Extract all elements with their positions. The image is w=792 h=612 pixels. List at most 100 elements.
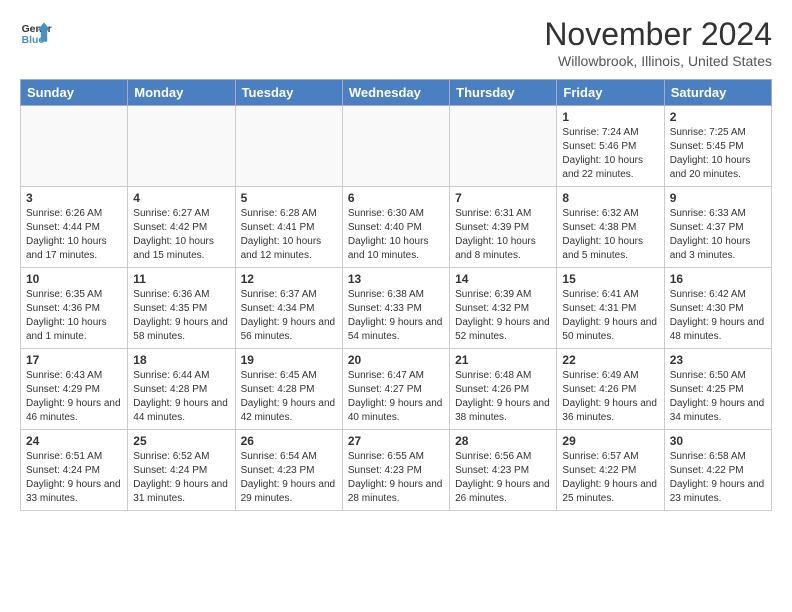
day-cell: 28Sunrise: 6:56 AM Sunset: 4:23 PM Dayli… [450, 430, 557, 511]
day-info: Sunrise: 6:58 AM Sunset: 4:22 PM Dayligh… [670, 450, 766, 506]
day-info: Sunrise: 6:55 AM Sunset: 4:23 PM Dayligh… [348, 450, 444, 506]
col-tuesday: Tuesday [235, 80, 342, 106]
day-cell: 8 Sunrise: 6:32 AM Sunset: 4:38 PM Daylig… [557, 187, 664, 268]
calendar-header-row: Sunday Monday Tuesday Wednesday Thursday… [21, 80, 772, 106]
day-number: 22 [562, 353, 658, 367]
month-title: November 2024 [544, 16, 772, 53]
day-cell: 12 Sunrise: 6:37 AM Sunset: 4:34 PM Dayli… [235, 268, 342, 349]
day-info: Sunrise: 6:49 AM Sunset: 4:26 PM Dayligh… [562, 369, 658, 425]
page-header: General Blue November 2024 Willowbrook, … [20, 16, 772, 69]
day-number: 20 [348, 353, 444, 367]
day-info: Sunrise: 6:41 AM Sunset: 4:31 PM Dayligh… [562, 288, 658, 344]
day-number: 11 [133, 272, 229, 286]
day-info: Sunrise: 6:54 AM Sunset: 4:23 PM Dayligh… [241, 450, 337, 506]
day-cell: 6 Sunrise: 6:30 AM Sunset: 4:40 PM Daylig… [342, 187, 449, 268]
day-info: Sunrise: 6:42 AM Sunset: 4:30 PM Dayligh… [670, 288, 766, 344]
col-sunday: Sunday [21, 80, 128, 106]
day-cell: 18 Sunrise: 6:44 AM Sunset: 4:28 PM Dayli… [128, 349, 235, 430]
day-info: Sunrise: 6:28 AM Sunset: 4:41 PM Dayligh… [241, 207, 337, 263]
day-cell [342, 106, 449, 187]
day-cell: 14Sunrise: 6:39 AM Sunset: 4:32 PM Dayli… [450, 268, 557, 349]
week-row-0: 1Sunrise: 7:24 AM Sunset: 5:46 PM Daylig… [21, 106, 772, 187]
day-cell: 19 Sunrise: 6:45 AM Sunset: 4:28 PM Dayli… [235, 349, 342, 430]
day-cell: 25 Sunrise: 6:52 AM Sunset: 4:24 PM Dayli… [128, 430, 235, 511]
location-text: Willowbrook, Illinois, United States [544, 53, 772, 69]
day-number: 17 [26, 353, 122, 367]
day-number: 30 [670, 434, 766, 448]
day-number: 27 [348, 434, 444, 448]
day-cell: 1Sunrise: 7:24 AM Sunset: 5:46 PM Daylig… [557, 106, 664, 187]
week-row-3: 17 Sunrise: 6:43 AM Sunset: 4:29 PM Dayli… [21, 349, 772, 430]
col-saturday: Saturday [664, 80, 771, 106]
day-cell: 22 Sunrise: 6:49 AM Sunset: 4:26 PM Dayli… [557, 349, 664, 430]
day-cell: 11 Sunrise: 6:36 AM Sunset: 4:35 PM Dayli… [128, 268, 235, 349]
day-number: 18 [133, 353, 229, 367]
day-cell: 20 Sunrise: 6:47 AM Sunset: 4:27 PM Dayli… [342, 349, 449, 430]
day-info: Sunrise: 6:33 AM Sunset: 4:37 PM Dayligh… [670, 207, 766, 263]
day-info: Sunrise: 6:57 AM Sunset: 4:22 PM Dayligh… [562, 450, 658, 506]
day-cell: 26Sunrise: 6:54 AM Sunset: 4:23 PM Dayli… [235, 430, 342, 511]
col-friday: Friday [557, 80, 664, 106]
day-number: 1 [562, 110, 658, 124]
day-info: Sunrise: 6:26 AM Sunset: 4:44 PM Dayligh… [26, 207, 122, 263]
day-info: Sunrise: 6:27 AM Sunset: 4:42 PM Dayligh… [133, 207, 229, 263]
calendar-table: Sunday Monday Tuesday Wednesday Thursday… [20, 79, 772, 511]
logo: General Blue [20, 16, 56, 48]
day-cell: 15 Sunrise: 6:41 AM Sunset: 4:31 PM Dayli… [557, 268, 664, 349]
day-info: Sunrise: 6:32 AM Sunset: 4:38 PM Dayligh… [562, 207, 658, 263]
day-cell: 3Sunrise: 6:26 AM Sunset: 4:44 PM Daylig… [21, 187, 128, 268]
day-number: 28 [455, 434, 551, 448]
day-info: Sunrise: 6:36 AM Sunset: 4:35 PM Dayligh… [133, 288, 229, 344]
week-row-1: 3Sunrise: 6:26 AM Sunset: 4:44 PM Daylig… [21, 187, 772, 268]
day-number: 7 [455, 191, 551, 205]
day-number: 25 [133, 434, 229, 448]
day-info: Sunrise: 6:44 AM Sunset: 4:28 PM Dayligh… [133, 369, 229, 425]
day-info: Sunrise: 6:50 AM Sunset: 4:25 PM Dayligh… [670, 369, 766, 425]
day-info: Sunrise: 6:38 AM Sunset: 4:33 PM Dayligh… [348, 288, 444, 344]
day-number: 2 [670, 110, 766, 124]
day-info: Sunrise: 6:48 AM Sunset: 4:26 PM Dayligh… [455, 369, 551, 425]
day-info: Sunrise: 6:31 AM Sunset: 4:39 PM Dayligh… [455, 207, 551, 263]
day-info: Sunrise: 6:35 AM Sunset: 4:36 PM Dayligh… [26, 288, 122, 344]
day-info: Sunrise: 6:37 AM Sunset: 4:34 PM Dayligh… [241, 288, 337, 344]
col-thursday: Thursday [450, 80, 557, 106]
day-number: 9 [670, 191, 766, 205]
day-info: Sunrise: 6:47 AM Sunset: 4:27 PM Dayligh… [348, 369, 444, 425]
day-cell [21, 106, 128, 187]
day-info: Sunrise: 6:30 AM Sunset: 4:40 PM Dayligh… [348, 207, 444, 263]
day-cell: 5Sunrise: 6:28 AM Sunset: 4:41 PM Daylig… [235, 187, 342, 268]
day-info: Sunrise: 7:25 AM Sunset: 5:45 PM Dayligh… [670, 126, 766, 182]
day-number: 10 [26, 272, 122, 286]
day-cell: 29 Sunrise: 6:57 AM Sunset: 4:22 PM Dayli… [557, 430, 664, 511]
day-cell: 16 Sunrise: 6:42 AM Sunset: 4:30 PM Dayli… [664, 268, 771, 349]
col-monday: Monday [128, 80, 235, 106]
day-number: 8 [562, 191, 658, 205]
day-info: Sunrise: 6:43 AM Sunset: 4:29 PM Dayligh… [26, 369, 122, 425]
day-cell: 4Sunrise: 6:27 AM Sunset: 4:42 PM Daylig… [128, 187, 235, 268]
week-row-4: 24Sunrise: 6:51 AM Sunset: 4:24 PM Dayli… [21, 430, 772, 511]
day-cell: 9 Sunrise: 6:33 AM Sunset: 4:37 PM Daylig… [664, 187, 771, 268]
day-info: Sunrise: 6:45 AM Sunset: 4:28 PM Dayligh… [241, 369, 337, 425]
page-container: General Blue November 2024 Willowbrook, … [0, 0, 792, 527]
day-cell [235, 106, 342, 187]
day-number: 16 [670, 272, 766, 286]
day-number: 29 [562, 434, 658, 448]
day-number: 23 [670, 353, 766, 367]
day-number: 13 [348, 272, 444, 286]
day-cell: 7 Sunrise: 6:31 AM Sunset: 4:39 PM Daylig… [450, 187, 557, 268]
day-info: Sunrise: 6:52 AM Sunset: 4:24 PM Dayligh… [133, 450, 229, 506]
day-number: 15 [562, 272, 658, 286]
day-number: 12 [241, 272, 337, 286]
col-wednesday: Wednesday [342, 80, 449, 106]
logo-icon: General Blue [20, 16, 52, 48]
day-number: 6 [348, 191, 444, 205]
day-number: 19 [241, 353, 337, 367]
day-cell: 17 Sunrise: 6:43 AM Sunset: 4:29 PM Dayli… [21, 349, 128, 430]
day-number: 21 [455, 353, 551, 367]
day-number: 14 [455, 272, 551, 286]
day-cell: 24Sunrise: 6:51 AM Sunset: 4:24 PM Dayli… [21, 430, 128, 511]
day-cell: 30 Sunrise: 6:58 AM Sunset: 4:22 PM Dayli… [664, 430, 771, 511]
day-number: 24 [26, 434, 122, 448]
day-cell: 2 Sunrise: 7:25 AM Sunset: 5:45 PM Daylig… [664, 106, 771, 187]
day-cell: 10 Sunrise: 6:35 AM Sunset: 4:36 PM Dayli… [21, 268, 128, 349]
